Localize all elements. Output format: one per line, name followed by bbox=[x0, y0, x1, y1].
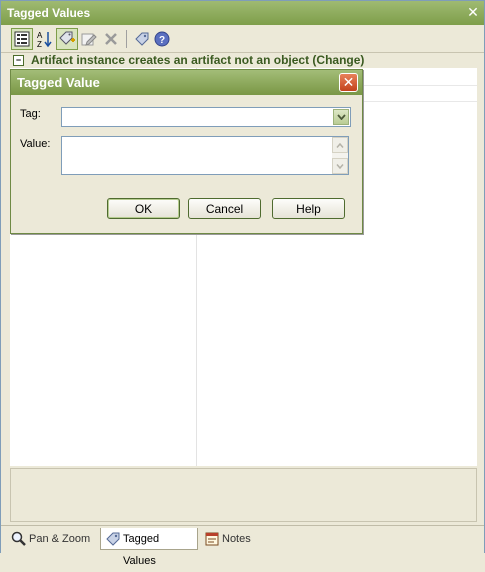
collapse-icon[interactable]: − bbox=[13, 55, 24, 66]
edit-tag-icon bbox=[81, 33, 97, 46]
panel-title-bar: Tagged Values bbox=[1, 1, 484, 25]
magnifier-icon bbox=[11, 531, 26, 546]
dialog-title-bar: Tagged Value bbox=[11, 70, 362, 95]
tab-label: Tagged Values bbox=[123, 533, 160, 567]
bottom-tab-strip: Pan & Zoom Tagged Values Notes bbox=[1, 525, 484, 567]
delete-button[interactable] bbox=[100, 28, 122, 50]
toolbar: A Z ? bbox=[1, 25, 484, 53]
new-tag-icon bbox=[59, 31, 75, 45]
value-textarea[interactable] bbox=[61, 136, 349, 175]
tagged-value-dialog: Tagged Value ✕ Tag: Value: OK Cancel Hel… bbox=[10, 69, 363, 234]
panel-close-button[interactable]: ✕ bbox=[466, 5, 480, 19]
categorized-view-icon bbox=[14, 31, 30, 47]
scroll-down-button[interactable] bbox=[332, 158, 348, 174]
svg-text:Z: Z bbox=[37, 40, 42, 48]
value-scrollbar[interactable] bbox=[332, 137, 348, 174]
tag-label: Tag: bbox=[20, 108, 41, 120]
dropdown-arrow-button[interactable] bbox=[333, 109, 349, 125]
dialog-close-button[interactable]: ✕ bbox=[339, 73, 358, 92]
sort-alpha-icon: A Z bbox=[37, 31, 52, 48]
tab-label: Pan & Zoom bbox=[29, 533, 91, 545]
section-header[interactable]: − Artifact instance creates an artifact … bbox=[1, 53, 484, 68]
sort-alpha-button[interactable]: A Z bbox=[33, 28, 55, 50]
chevron-down-icon bbox=[336, 114, 346, 120]
dialog-title: Tagged Value bbox=[17, 75, 100, 90]
delete-icon bbox=[105, 33, 117, 45]
section-title: Artifact instance creates an artifact no… bbox=[31, 53, 365, 67]
chevron-up-icon bbox=[336, 142, 344, 148]
help-button-dialog[interactable]: Help bbox=[272, 198, 345, 219]
tag-icon bbox=[135, 32, 149, 46]
chevron-down-icon bbox=[336, 163, 344, 169]
panel-title: Tagged Values bbox=[7, 6, 91, 20]
description-pane bbox=[10, 468, 477, 522]
svg-text:?: ? bbox=[159, 35, 165, 46]
edit-tag-button[interactable] bbox=[78, 28, 100, 50]
cancel-button[interactable]: Cancel bbox=[188, 198, 261, 219]
tag-button[interactable] bbox=[131, 28, 153, 50]
new-tag-button[interactable] bbox=[56, 28, 78, 50]
tag-dropdown[interactable] bbox=[61, 107, 351, 127]
categorized-view-button[interactable] bbox=[11, 28, 33, 50]
help-icon: ? bbox=[154, 31, 170, 47]
help-button[interactable]: ? bbox=[151, 28, 173, 50]
tag-icon bbox=[106, 532, 120, 546]
value-label: Value: bbox=[20, 138, 51, 150]
svg-text:A: A bbox=[37, 31, 43, 40]
ok-button[interactable]: OK bbox=[107, 198, 180, 219]
scroll-up-button[interactable] bbox=[332, 137, 348, 153]
tab-tagged-values[interactable]: Tagged Values bbox=[100, 528, 198, 567]
notes-icon bbox=[205, 532, 219, 546]
tab-label: Notes bbox=[222, 533, 251, 545]
tab-notes[interactable]: Notes bbox=[200, 528, 260, 550]
toolbar-separator bbox=[126, 30, 127, 48]
tab-pan-zoom[interactable]: Pan & Zoom bbox=[7, 528, 99, 550]
